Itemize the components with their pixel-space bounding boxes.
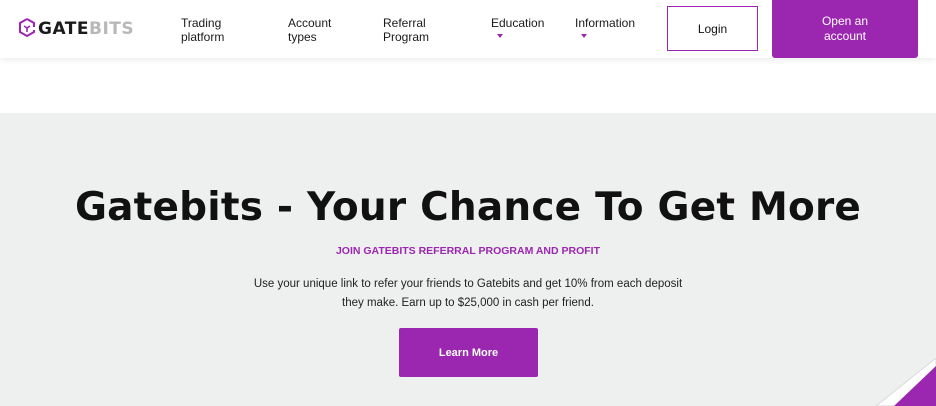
open-account-label: account [823,29,866,43]
logo-text: GATEBITS [38,19,134,39]
nav-item-education[interactable]: Education [491,16,544,30]
nav-item-label: Trading [181,16,222,30]
hero-description: Use your unique link to refer your frien… [248,275,688,313]
hero-section: Gatebits - Your Chance To Get More JOIN … [0,113,936,406]
login-button[interactable]: Login [667,6,758,51]
hero-description-line: they make. Earn up to $25,000 in cash pe… [342,297,594,309]
nav-item-label: Referral [383,16,426,30]
open-account-label: Open an [821,14,869,28]
nav-item-referral-program[interactable]: Referral Program [383,16,429,44]
logo-text-secondary: BITS [89,19,135,39]
cube-logo-icon [19,18,35,38]
nav-item-trading-platform[interactable]: Trading platform [181,16,224,44]
page-curl-decoration [875,358,936,406]
logo[interactable]: GATEBITS [18,16,134,42]
nav-item-label: types [288,30,317,44]
nav-item-label: Program [383,30,430,44]
open-account-button[interactable]: Open an account [772,0,918,58]
logo-text-primary: GATE [38,19,89,39]
chevron-down-icon[interactable] [497,34,503,38]
nav-item-label: Education [491,16,545,30]
nav-item-label: platform [181,30,225,44]
hero-subtitle: JOIN GATEBITS REFERRAL PROGRAM AND PROFI… [335,245,601,257]
learn-more-button[interactable]: Learn More [399,328,538,377]
nav-item-label: Information [575,16,636,30]
chevron-down-icon[interactable] [581,34,587,38]
site-header: GATEBITS Trading platform Account types … [0,0,936,58]
nav-item-account-types[interactable]: Account types [288,16,331,44]
hero-title: Gatebits - Your Chance To Get More [74,185,862,230]
hero-description-line: Use your unique link to refer your frien… [253,278,683,290]
nav-item-information[interactable]: Information [575,16,635,30]
nav-item-label: Account [288,16,332,30]
